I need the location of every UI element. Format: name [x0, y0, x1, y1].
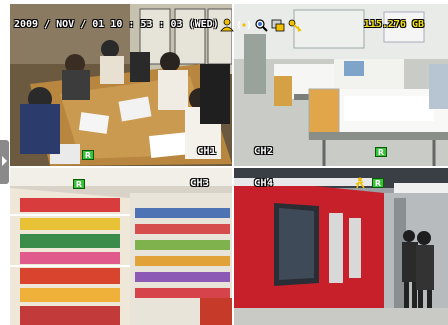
- channel-label: CH1: [197, 146, 217, 157]
- motion-detect-icon: [355, 177, 365, 189]
- record-status-icon: R: [73, 179, 85, 189]
- key-icon[interactable]: [288, 18, 302, 32]
- side-menu-tab[interactable]: [0, 140, 9, 184]
- channel-label: CH3: [190, 178, 210, 189]
- camera-view-ch4[interactable]: CH4 R: [234, 168, 448, 325]
- channel-label: CH4: [254, 178, 274, 189]
- status-bar: 2009 / NOV / 01 10 : 53 : 03 (WED) 115.2…: [10, 17, 436, 33]
- ch4-scene-image: [234, 168, 448, 325]
- svg-text:R: R: [375, 179, 381, 188]
- svg-text:R: R: [76, 180, 82, 189]
- camera-view-ch3[interactable]: CH3 R: [10, 168, 232, 325]
- user-icon[interactable]: [220, 18, 234, 32]
- channel-label: CH2: [254, 146, 274, 157]
- status-icons: [220, 17, 302, 33]
- record-status-icon: R: [372, 178, 384, 188]
- svg-text:R: R: [378, 148, 384, 157]
- storage-remaining: 115.276 GB: [363, 19, 424, 30]
- record-icon[interactable]: [271, 18, 285, 32]
- dvr-screen: CH1 R CH2 R CH3 R CH4 R 2009 / NOV / 01 …: [0, 0, 448, 325]
- network-icon[interactable]: [237, 18, 251, 32]
- search-icon[interactable]: [254, 18, 268, 32]
- arrow-right-icon: [2, 156, 7, 166]
- record-status-icon: R: [375, 147, 387, 157]
- ch3-scene-image: [10, 168, 232, 325]
- datetime-display: 2009 / NOV / 01 10 : 53 : 03 (WED): [14, 19, 219, 30]
- svg-text:R: R: [85, 151, 91, 160]
- record-status-icon: R: [82, 150, 94, 160]
